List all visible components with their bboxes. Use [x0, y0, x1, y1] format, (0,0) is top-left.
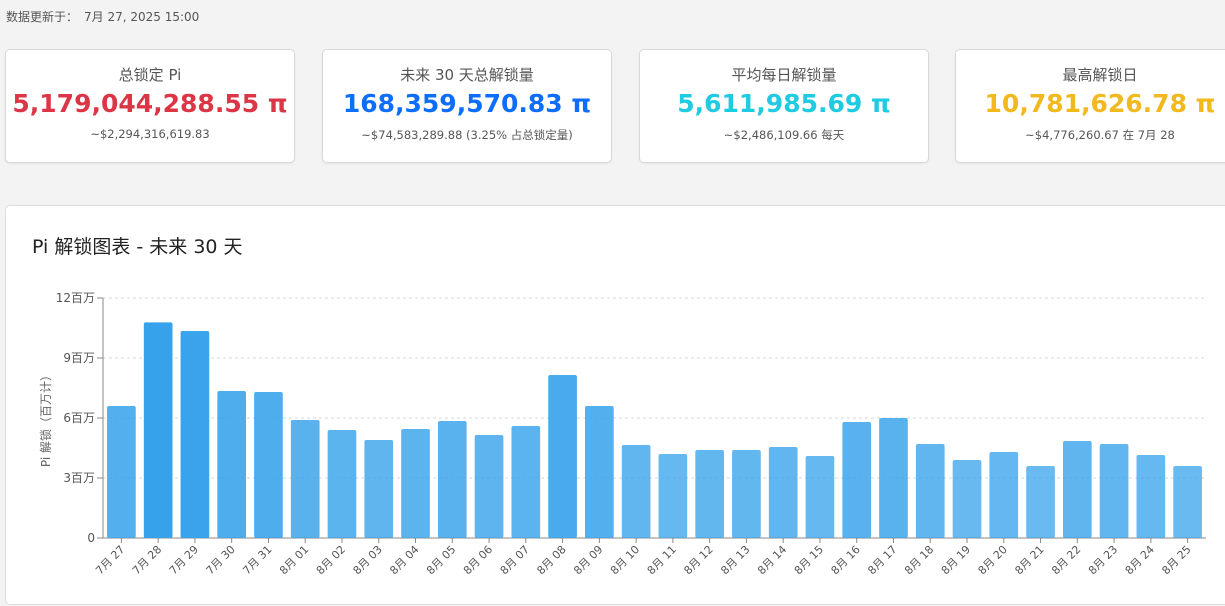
bar-8月10: [621, 445, 651, 538]
highest-unlock-day-value: 10,781,626.78 π: [984, 89, 1216, 118]
x-tick-label: 8月 12: [681, 543, 715, 577]
next-30-days-unlock-value: 168,359,570.83 π: [342, 89, 592, 118]
x-tick-label: 7月 27: [93, 543, 127, 577]
highest-unlock-day-title: 最高解锁日: [1062, 66, 1138, 84]
bar-8月22: [1062, 441, 1092, 538]
x-tick-label: 8月 18: [902, 543, 936, 577]
x-tick-label: 8月 17: [865, 543, 899, 577]
bar-7月31: [254, 392, 283, 538]
bar-8月05: [437, 421, 467, 538]
x-tick-label: 8月 09: [571, 543, 605, 577]
x-tick-label: 8月 20: [976, 543, 1010, 577]
x-tick-label: 8月 03: [351, 543, 385, 577]
total-locked-usd: ~$2,294,316,619.83: [90, 127, 210, 141]
x-tick-label: 7月 29: [167, 543, 201, 577]
x-tick-label: 8月 08: [534, 543, 568, 577]
highest-unlock-day-card: 最高解锁日 10,781,626.78 π ~$4,776,260.67 在 7…: [955, 49, 1225, 163]
next-30-days-unlock-card: 未来 30 天总解锁量 168,359,570.83 π ~$74,583,28…: [322, 49, 612, 163]
x-tick-label: 7月 30: [204, 543, 238, 577]
bar-8月16: [842, 422, 872, 538]
bar-7月30: [217, 391, 247, 538]
x-tick-label: 8月 14: [755, 543, 789, 577]
y-tick-label: 9百万: [63, 351, 95, 365]
y-tick-label: 0: [87, 531, 95, 545]
next-30-days-unlock-usd: ~$74,583,289.88 (3.25% 占总锁定量): [361, 128, 573, 142]
bar-8月18: [915, 444, 945, 538]
bar-8月14: [768, 447, 798, 538]
bar-8月09: [585, 406, 614, 538]
y-axis-title: Pi 解锁（百万计）: [38, 369, 53, 467]
unlock-bar-chart: 03百万6百万9百万12百万Pi 解锁（百万计）7月 27 7月 28 7月 29 7…: [38, 291, 1206, 577]
x-tick-label: 8月 22: [1049, 543, 1083, 577]
x-tick-label: 8月 15: [792, 543, 826, 577]
bar-8月11: [658, 454, 688, 538]
bar-8月01: [290, 420, 320, 538]
total-locked-value: 5,179,044,288.55 π: [12, 89, 288, 118]
x-tick-label: 8月 25: [1159, 543, 1193, 577]
last-updated: 数据更新于： 7月 27, 2025 15:00: [6, 8, 199, 25]
bar-8月17: [879, 418, 908, 538]
bar-8月13: [732, 450, 761, 538]
x-tick-label: 8月 04: [387, 543, 421, 577]
bar-8月03: [364, 440, 394, 538]
average-daily-unlock-title: 平均每日解锁量: [731, 66, 837, 84]
average-daily-unlock-usd: ~$2,486,109.66 每天: [723, 128, 845, 142]
x-tick-label: 8月 01: [277, 543, 311, 577]
bar-8月12: [695, 450, 724, 538]
x-tick-label: 8月 24: [1123, 543, 1157, 577]
x-tick-label: 8月 19: [939, 543, 973, 577]
next-30-days-unlock-title: 未来 30 天总解锁量: [400, 66, 534, 84]
bar-8月15: [805, 456, 835, 538]
bar-8月23: [1099, 444, 1129, 538]
total-locked-title: 总锁定 Pi: [118, 66, 182, 84]
average-daily-unlock-value: 5,611,985.69 π: [677, 89, 891, 118]
x-tick-label: 8月 16: [829, 543, 863, 577]
bar-8月04: [401, 429, 430, 538]
y-tick-label: 6百万: [63, 411, 95, 425]
highest-unlock-day-usd: ~$4,776,260.67 在 7月 28: [1025, 128, 1175, 142]
x-tick-label: 8月 07: [498, 543, 532, 577]
bar-7月28: [143, 322, 173, 538]
bar-8月25: [1173, 466, 1202, 538]
bar-8月20: [989, 452, 1019, 538]
bar-7月29: [180, 331, 210, 538]
x-tick-label: 8月 10: [608, 543, 642, 577]
x-tick-label: 7月 28: [130, 543, 164, 577]
bar-8月08: [548, 375, 577, 538]
bar-8月19: [952, 460, 982, 538]
bar-8月21: [1026, 466, 1055, 538]
last-updated-value: 7月 27, 2025 15:00: [84, 10, 200, 24]
x-tick-label: 8月 23: [1086, 543, 1120, 577]
x-tick-label: 8月 06: [461, 543, 495, 577]
unlock-chart-panel: Pi 解锁图表 - 未来 30 天 0 3百万 6百万 9百万 12百万 Pi 解锁（百万…: [5, 205, 1225, 605]
x-tick-label: 8月 02: [314, 543, 348, 577]
x-tick-label: 7月 31: [240, 543, 274, 577]
x-tick-label: 8月 11: [645, 543, 679, 577]
bar-8月06: [474, 435, 504, 538]
y-tick-label: 12百万: [56, 291, 95, 305]
x-tick-label: 8月 21: [1012, 543, 1046, 577]
x-tick-label: 8月 13: [718, 543, 752, 577]
bar-8月02: [327, 430, 357, 538]
bar-7月27: [107, 406, 136, 538]
total-locked-card: 总锁定 Pi 5,179,044,288.55 π ~$2,294,316,61…: [5, 49, 295, 163]
x-tick-label: 8月 05: [424, 543, 458, 577]
last-updated-label: 数据更新于：: [6, 10, 79, 24]
average-daily-unlock-card: 平均每日解锁量 5,611,985.69 π ~$2,486,109.66 每天: [639, 49, 929, 163]
bar-8月07: [511, 426, 541, 538]
y-tick-label: 3百万: [63, 471, 95, 485]
bar-8月24: [1136, 455, 1166, 538]
